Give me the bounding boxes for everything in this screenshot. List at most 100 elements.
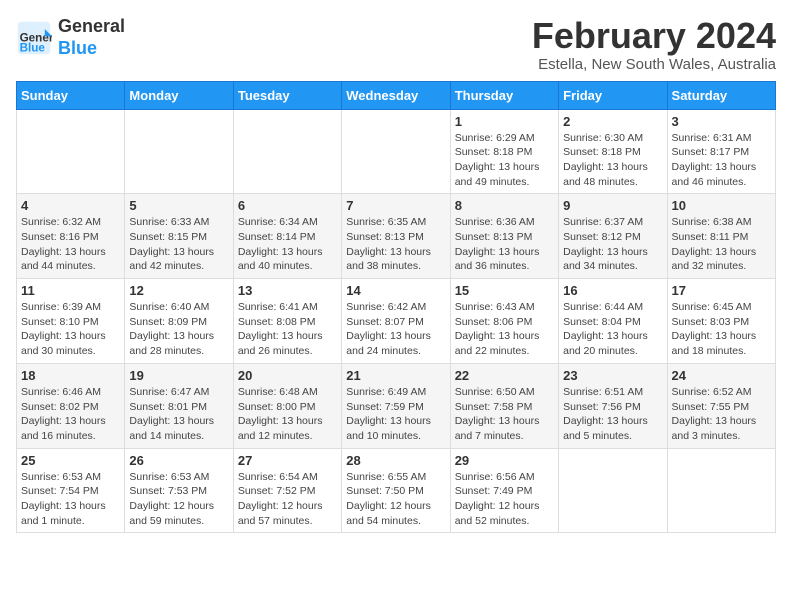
day-header-wednesday: Wednesday <box>342 81 450 109</box>
calendar-cell <box>17 109 125 194</box>
location-title: Estella, New South Wales, Australia <box>532 56 776 73</box>
day-info: Sunrise: 6:46 AM Sunset: 8:02 PM Dayligh… <box>21 385 120 444</box>
calendar-cell <box>125 109 233 194</box>
calendar-cell: 5 Sunrise: 6:33 AM Sunset: 8:15 PM Daylig… <box>125 194 233 279</box>
day-info: Sunrise: 6:48 AM Sunset: 8:00 PM Dayligh… <box>238 385 337 444</box>
day-number: 3 <box>672 114 771 129</box>
calendar-cell <box>233 109 341 194</box>
day-number: 20 <box>238 368 337 383</box>
day-number: 8 <box>455 198 554 213</box>
calendar-cell: 25 Sunrise: 6:53 AM Sunset: 7:54 PM Dayli… <box>17 448 125 533</box>
calendar-cell: 9 Sunrise: 6:37 AM Sunset: 8:12 PM Daylig… <box>559 194 667 279</box>
day-number: 26 <box>129 453 228 468</box>
calendar-cell: 29 Sunrise: 6:56 AM Sunset: 7:49 PM Dayli… <box>450 448 558 533</box>
calendar-cell: 12 Sunrise: 6:40 AM Sunset: 8:09 PM Dayli… <box>125 279 233 364</box>
calendar-cell: 15 Sunrise: 6:43 AM Sunset: 8:06 PM Dayli… <box>450 279 558 364</box>
day-info: Sunrise: 6:53 AM Sunset: 7:54 PM Dayligh… <box>21 470 120 529</box>
calendar-cell: 23 Sunrise: 6:51 AM Sunset: 7:56 PM Dayli… <box>559 363 667 448</box>
day-header-sunday: Sunday <box>17 81 125 109</box>
logo-blue: Blue <box>58 38 97 58</box>
day-number: 22 <box>455 368 554 383</box>
day-info: Sunrise: 6:53 AM Sunset: 7:53 PM Dayligh… <box>129 470 228 529</box>
day-header-thursday: Thursday <box>450 81 558 109</box>
day-number: 2 <box>563 114 662 129</box>
day-info: Sunrise: 6:38 AM Sunset: 8:11 PM Dayligh… <box>672 215 771 274</box>
day-number: 15 <box>455 283 554 298</box>
logo: General Blue General Blue <box>16 16 125 59</box>
day-number: 4 <box>21 198 120 213</box>
day-info: Sunrise: 6:41 AM Sunset: 8:08 PM Dayligh… <box>238 300 337 359</box>
day-number: 21 <box>346 368 445 383</box>
calendar-table: SundayMondayTuesdayWednesdayThursdayFrid… <box>16 81 776 534</box>
calendar-cell: 21Sunrise: 6:49 AM Sunset: 7:59 PM Dayli… <box>342 363 450 448</box>
calendar-cell: 17Sunrise: 6:45 AM Sunset: 8:03 PM Dayli… <box>667 279 775 364</box>
day-info: Sunrise: 6:35 AM Sunset: 8:13 PM Dayligh… <box>346 215 445 274</box>
week-row-2: 4 Sunrise: 6:32 AM Sunset: 8:16 PM Daylig… <box>17 194 776 279</box>
day-info: Sunrise: 6:32 AM Sunset: 8:16 PM Dayligh… <box>21 215 120 274</box>
day-number: 5 <box>129 198 228 213</box>
week-row-3: 11 Sunrise: 6:39 AM Sunset: 8:10 PM Dayli… <box>17 279 776 364</box>
calendar-cell: 22Sunrise: 6:50 AM Sunset: 7:58 PM Dayli… <box>450 363 558 448</box>
logo-icon: General Blue <box>16 20 52 56</box>
day-number: 13 <box>238 283 337 298</box>
day-number: 12 <box>129 283 228 298</box>
day-header-friday: Friday <box>559 81 667 109</box>
day-header-tuesday: Tuesday <box>233 81 341 109</box>
calendar-cell <box>667 448 775 533</box>
calendar-cell: 3 Sunrise: 6:31 AM Sunset: 8:17 PM Daylig… <box>667 109 775 194</box>
day-number: 25 <box>21 453 120 468</box>
calendar-cell: 19Sunrise: 6:47 AM Sunset: 8:01 PM Dayli… <box>125 363 233 448</box>
day-info: Sunrise: 6:52 AM Sunset: 7:55 PM Dayligh… <box>672 385 771 444</box>
calendar-cell: 10 Sunrise: 6:38 AM Sunset: 8:11 PM Dayli… <box>667 194 775 279</box>
month-title: February 2024 <box>532 16 776 56</box>
day-info: Sunrise: 6:31 AM Sunset: 8:17 PM Dayligh… <box>672 131 771 190</box>
calendar-cell: 11 Sunrise: 6:39 AM Sunset: 8:10 PM Dayli… <box>17 279 125 364</box>
day-header-monday: Monday <box>125 81 233 109</box>
day-info: Sunrise: 6:33 AM Sunset: 8:15 PM Dayligh… <box>129 215 228 274</box>
day-info: Sunrise: 6:43 AM Sunset: 8:06 PM Dayligh… <box>455 300 554 359</box>
calendar-cell: 24Sunrise: 6:52 AM Sunset: 7:55 PM Dayli… <box>667 363 775 448</box>
day-info: Sunrise: 6:54 AM Sunset: 7:52 PM Dayligh… <box>238 470 337 529</box>
calendar-cell: 4 Sunrise: 6:32 AM Sunset: 8:16 PM Daylig… <box>17 194 125 279</box>
day-header-saturday: Saturday <box>667 81 775 109</box>
calendar-body: 1Sunrise: 6:29 AM Sunset: 8:18 PM Daylig… <box>17 109 776 533</box>
calendar-cell <box>559 448 667 533</box>
day-info: Sunrise: 6:37 AM Sunset: 8:12 PM Dayligh… <box>563 215 662 274</box>
day-info: Sunrise: 6:45 AM Sunset: 8:03 PM Dayligh… <box>672 300 771 359</box>
logo-text: General Blue <box>58 16 125 59</box>
calendar-cell: 27Sunrise: 6:54 AM Sunset: 7:52 PM Dayli… <box>233 448 341 533</box>
svg-text:Blue: Blue <box>20 41 46 54</box>
day-info: Sunrise: 6:42 AM Sunset: 8:07 PM Dayligh… <box>346 300 445 359</box>
day-number: 9 <box>563 198 662 213</box>
calendar-cell: 6 Sunrise: 6:34 AM Sunset: 8:14 PM Daylig… <box>233 194 341 279</box>
day-number: 29 <box>455 453 554 468</box>
calendar-cell: 2Sunrise: 6:30 AM Sunset: 8:18 PM Daylig… <box>559 109 667 194</box>
day-info: Sunrise: 6:55 AM Sunset: 7:50 PM Dayligh… <box>346 470 445 529</box>
week-row-4: 18 Sunrise: 6:46 AM Sunset: 8:02 PM Dayli… <box>17 363 776 448</box>
logo-general: General <box>58 16 125 36</box>
calendar-cell: 18 Sunrise: 6:46 AM Sunset: 8:02 PM Dayli… <box>17 363 125 448</box>
day-number: 16 <box>563 283 662 298</box>
day-number: 28 <box>346 453 445 468</box>
day-number: 1 <box>455 114 554 129</box>
day-info: Sunrise: 6:51 AM Sunset: 7:56 PM Dayligh… <box>563 385 662 444</box>
day-info: Sunrise: 6:56 AM Sunset: 7:49 PM Dayligh… <box>455 470 554 529</box>
day-number: 11 <box>21 283 120 298</box>
week-row-1: 1Sunrise: 6:29 AM Sunset: 8:18 PM Daylig… <box>17 109 776 194</box>
calendar-cell: 7Sunrise: 6:35 AM Sunset: 8:13 PM Daylig… <box>342 194 450 279</box>
day-number: 14 <box>346 283 445 298</box>
day-info: Sunrise: 6:36 AM Sunset: 8:13 PM Dayligh… <box>455 215 554 274</box>
day-number: 6 <box>238 198 337 213</box>
day-info: Sunrise: 6:47 AM Sunset: 8:01 PM Dayligh… <box>129 385 228 444</box>
day-info: Sunrise: 6:44 AM Sunset: 8:04 PM Dayligh… <box>563 300 662 359</box>
day-number: 10 <box>672 198 771 213</box>
day-number: 18 <box>21 368 120 383</box>
calendar-cell: 1Sunrise: 6:29 AM Sunset: 8:18 PM Daylig… <box>450 109 558 194</box>
calendar-cell: 20 Sunrise: 6:48 AM Sunset: 8:00 PM Dayli… <box>233 363 341 448</box>
calendar-cell <box>342 109 450 194</box>
page-header: General Blue General Blue February 2024 … <box>16 16 776 73</box>
day-info: Sunrise: 6:40 AM Sunset: 8:09 PM Dayligh… <box>129 300 228 359</box>
day-info: Sunrise: 6:34 AM Sunset: 8:14 PM Dayligh… <box>238 215 337 274</box>
day-info: Sunrise: 6:39 AM Sunset: 8:10 PM Dayligh… <box>21 300 120 359</box>
day-number: 23 <box>563 368 662 383</box>
